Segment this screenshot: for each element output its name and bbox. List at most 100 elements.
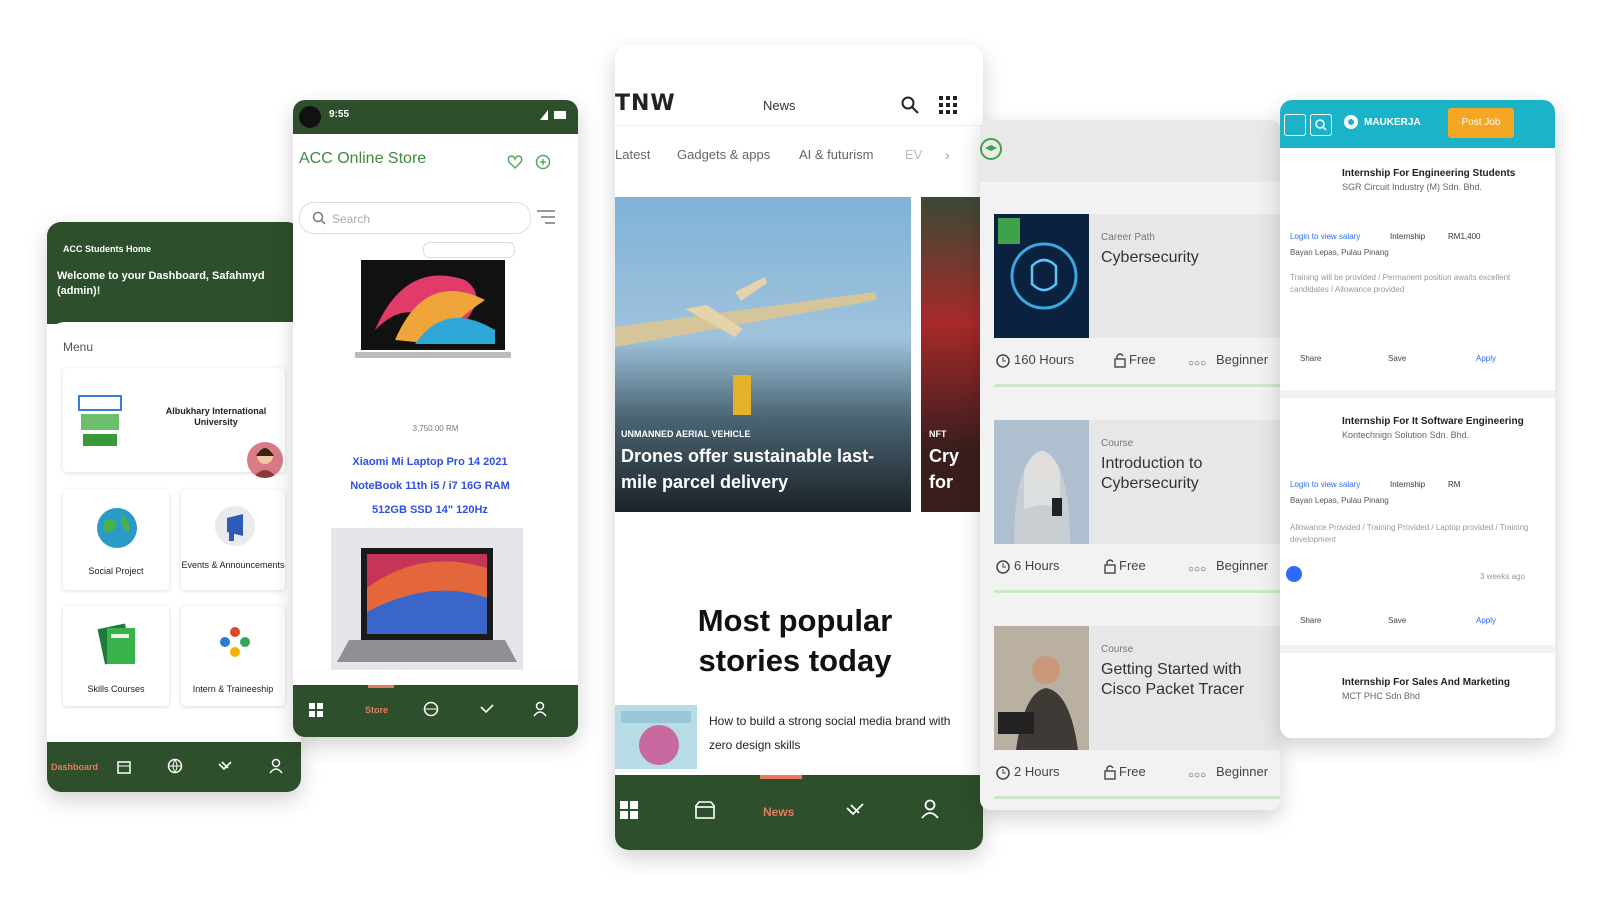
search-icon[interactable] [901, 96, 919, 114]
job-card[interactable]: Internship For It Software Engineering K… [1280, 400, 1555, 640]
grid-menu-icon[interactable] [939, 96, 957, 114]
course-card[interactable]: Course Getting Started with Cisco Packet… [994, 626, 1280, 810]
globe-nav-icon[interactable] [167, 758, 183, 774]
clock-icon [996, 766, 1010, 780]
status-bar: 9:55 [293, 100, 578, 134]
jobs-header: MAUKERJA Post Job [1280, 100, 1555, 148]
tab-gadgets[interactable]: Gadgets & apps [677, 147, 770, 162]
course-image [994, 214, 1089, 338]
tile-skills-courses[interactable]: Skills Courses [63, 606, 169, 706]
level-dots-icon: ○○○ [1188, 358, 1207, 369]
chevron-right-icon[interactable]: › [945, 147, 950, 163]
maukerja-logo-icon [1342, 114, 1360, 134]
second-story[interactable]: NFT Cry for [921, 197, 983, 512]
lock-icon [1104, 764, 1116, 780]
clock-icon [996, 560, 1010, 574]
tab-latest[interactable]: Latest [615, 147, 650, 162]
globe-nav-icon[interactable] [423, 701, 439, 717]
share-button[interactable]: Share [1300, 354, 1321, 363]
tile-label: Skills Courses [87, 684, 145, 694]
job-title[interactable]: Internship For Sales And Marketing [1342, 677, 1510, 688]
team-icon [217, 624, 253, 660]
course-card[interactable]: Career Path Cybersecurity 160 Hours Free… [994, 214, 1280, 409]
divider [1280, 645, 1555, 653]
cart-icon[interactable] [535, 154, 551, 170]
heart-icon[interactable] [507, 154, 523, 170]
active-indicator [368, 685, 394, 688]
handshake-icon[interactable] [479, 701, 495, 717]
menu-icon[interactable] [1284, 114, 1306, 136]
profile-icon[interactable] [269, 758, 283, 774]
store-phone: 9:55 ACC Online Store Search 3,750.00 RM… [293, 100, 578, 737]
course-title: Getting Started with Cisco Packet Tracer [1101, 661, 1245, 698]
search-icon[interactable] [1310, 114, 1332, 136]
search-placeholder: Search [332, 212, 371, 226]
product-image-laptop[interactable] [355, 260, 511, 360]
job-card[interactable]: Internship For Engineering Students SGR … [1280, 156, 1555, 386]
dashboard-icon[interactable] [620, 801, 638, 819]
story-title[interactable]: How to build a strong social media brand… [709, 709, 959, 757]
search-input[interactable]: Search [299, 202, 531, 234]
store-icon[interactable] [695, 801, 715, 819]
save-button[interactable]: Save [1388, 354, 1406, 363]
course-image [994, 626, 1089, 750]
product-name-link[interactable]: Xiaomi Mi Laptop Pro 14 2021 NoteBook 11… [333, 450, 527, 522]
course-price: Free [1129, 352, 1156, 367]
save-button[interactable]: Save [1388, 616, 1406, 625]
bottom-nav: Dashboard [47, 742, 301, 792]
carousel-indicator [423, 242, 515, 258]
hero-tag: UNMANNED AERIAL VEHICLE [621, 429, 751, 439]
handshake-icon[interactable] [845, 801, 865, 819]
job-type: Internship [1390, 480, 1426, 489]
product-image-macbook[interactable] [331, 528, 523, 670]
job-company: SGR Circuit Industry (M) Sdn. Bhd. [1342, 182, 1483, 192]
course-info: Course Introduction to Cybersecurity [1089, 420, 1280, 544]
dashboard-phone: ACC Students Home Welcome to your Dashbo… [47, 222, 301, 792]
university-name: Albukhary International University [165, 406, 267, 427]
course-level: Beginner [1216, 764, 1269, 779]
tab-ev[interactable]: EV [905, 147, 922, 162]
tile-events[interactable]: Events & Announcements [181, 490, 285, 590]
post-job-button[interactable]: Post Job [1448, 108, 1514, 138]
course-info: Course Getting Started with Cisco Packet… [1089, 626, 1280, 750]
calendar-icon[interactable] [117, 760, 131, 774]
job-card[interactable]: Internship For Sales And Marketing MCT P… [1280, 655, 1555, 735]
course-hours: 2 Hours [1014, 764, 1060, 779]
store-title: ACC Online Store [299, 150, 427, 167]
company-avatar [1286, 566, 1302, 582]
tile-social-project[interactable]: Social Project [63, 490, 169, 590]
share-button[interactable]: Share [1300, 616, 1321, 625]
lock-icon [1104, 558, 1116, 574]
course-card[interactable]: Course Introduction to Cybersecurity 6 H… [994, 420, 1280, 615]
tnw-logo: TNW [615, 91, 676, 116]
profile-icon[interactable] [921, 799, 939, 819]
nav-news[interactable]: News [763, 805, 794, 819]
avatar[interactable] [247, 442, 283, 478]
handshake-icon[interactable] [217, 758, 233, 774]
tab-ai[interactable]: AI & futurism [799, 147, 873, 162]
filter-icon[interactable] [537, 210, 555, 224]
salary-link[interactable]: Login to view salary [1290, 232, 1360, 241]
status-time: 9:55 [329, 109, 350, 120]
job-title[interactable]: Internship For Engineering Students [1342, 168, 1515, 179]
tile-intern[interactable]: Intern & Traineeship [181, 606, 285, 706]
story-thumbnail[interactable] [615, 705, 697, 769]
apply-button[interactable]: Apply [1476, 616, 1496, 625]
job-pay: RM1,400 [1448, 232, 1481, 241]
signal-battery-icon [540, 110, 568, 120]
bottom-nav: Store [293, 685, 578, 737]
nav-store[interactable]: Store [365, 705, 388, 715]
apply-button[interactable]: Apply [1476, 354, 1496, 363]
salary-link[interactable]: Login to view salary [1290, 480, 1360, 489]
clock-icon [996, 354, 1010, 368]
dashboard-body: Menu Albukhary International University … [47, 322, 301, 742]
course-image [994, 420, 1089, 544]
books-icon [95, 618, 139, 668]
job-type: Internship [1390, 232, 1426, 241]
profile-icon[interactable] [533, 701, 547, 717]
nav-dashboard[interactable]: Dashboard [51, 762, 98, 772]
job-title[interactable]: Internship For It Software Engineering [1342, 416, 1524, 427]
dashboard-icon[interactable] [309, 703, 323, 717]
hat-logo-icon [980, 138, 1002, 160]
hero-story[interactable]: UNMANNED AERIAL VEHICLE Drones offer sus… [615, 197, 911, 512]
